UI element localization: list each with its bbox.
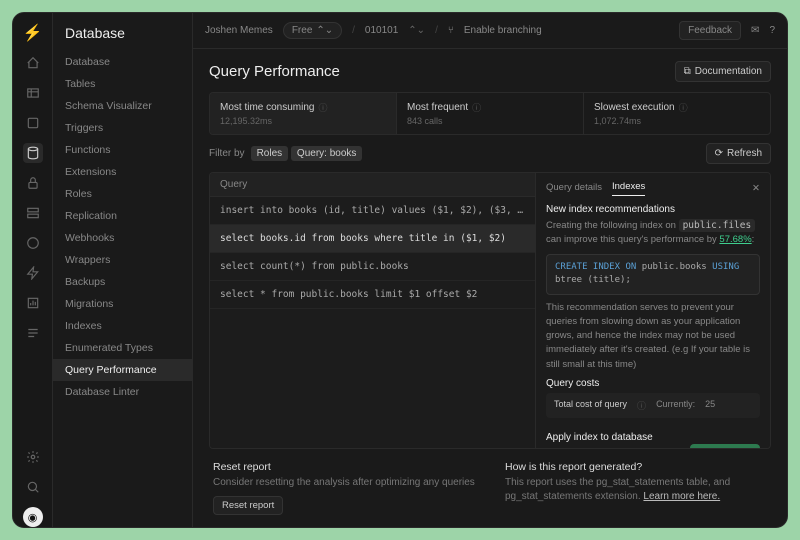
logo-icon[interactable]: ⚡ xyxy=(23,23,43,43)
sidebar-item[interactable]: Enumerated Types xyxy=(53,337,192,359)
refresh-button[interactable]: ⟳Refresh xyxy=(706,143,771,164)
metric-tab[interactable]: Most frequent ⓘ843 calls xyxy=(397,93,584,134)
sidebar-item[interactable]: Indexes xyxy=(53,315,192,337)
sidebar-item[interactable]: Tables xyxy=(53,73,192,95)
sql-icon[interactable] xyxy=(23,113,43,133)
reports-icon[interactable] xyxy=(23,293,43,313)
metric-tab[interactable]: Most time consuming ⓘ12,195.32ms xyxy=(210,93,397,134)
costs-title: Query costs xyxy=(546,378,760,389)
help-icon[interactable]: ? xyxy=(769,25,775,36)
cost-box: Total cost of query ⓘ Currently: 25 xyxy=(546,393,760,418)
filter-tag[interactable]: Query: books xyxy=(291,146,362,161)
chevron-icon: ⌃⌄ xyxy=(316,25,333,36)
sidebar: Database DatabaseTablesSchema Visualizer… xyxy=(53,13,193,527)
info-icon: ⓘ xyxy=(318,101,327,114)
tab-query-details[interactable]: Query details xyxy=(546,182,602,196)
reset-title: Reset report xyxy=(213,461,475,473)
user-icon[interactable]: ◉ xyxy=(23,507,43,527)
feedback-button[interactable]: Feedback xyxy=(679,21,741,40)
sidebar-item[interactable]: Wrappers xyxy=(53,249,192,271)
metric-tab[interactable]: Slowest execution ⓘ1,072.74ms xyxy=(584,93,770,134)
sidebar-item[interactable]: Query Performance xyxy=(53,359,192,381)
sidebar-item[interactable]: Schema Visualizer xyxy=(53,95,192,117)
sidebar-item[interactable]: Database Linter xyxy=(53,381,192,403)
reset-report-button[interactable]: Reset report xyxy=(213,496,283,515)
footer: Reset report Consider resetting the anal… xyxy=(209,449,771,515)
branch-icon: ⑂ xyxy=(448,25,454,36)
sidebar-item[interactable]: Backups xyxy=(53,271,192,293)
query-row[interactable]: insert into books (id, title) values ($1… xyxy=(210,197,535,225)
user-name[interactable]: Joshen Memes xyxy=(205,25,273,36)
sidebar-item[interactable]: Extensions xyxy=(53,161,192,183)
how-desc: This report uses the pg_stat_statements … xyxy=(505,476,767,504)
filter-bar: Filter by Roles Query: books ⟳Refresh xyxy=(209,135,771,172)
sidebar-item[interactable]: Migrations xyxy=(53,293,192,315)
storage-icon[interactable] xyxy=(23,203,43,223)
logs-icon[interactable] xyxy=(23,323,43,343)
settings-icon[interactable] xyxy=(23,447,43,467)
reset-desc: Consider resetting the analysis after op… xyxy=(213,476,475,490)
query-list: Query insert into books (id, title) valu… xyxy=(210,173,535,448)
documentation-button[interactable]: ⧉Documentation xyxy=(675,61,771,82)
rec-note: This recommendation serves to prevent yo… xyxy=(546,301,760,372)
sidebar-item[interactable]: Webhooks xyxy=(53,227,192,249)
table-icon[interactable] xyxy=(23,83,43,103)
sidebar-item[interactable]: Functions xyxy=(53,139,192,161)
icon-sidebar: ⚡ ◉ xyxy=(13,13,53,527)
topbar: Joshen Memes Free ⌃⌄ / 010101 ⌃⌄ / ⑂ Ena… xyxy=(193,13,787,49)
sidebar-item[interactable]: Replication xyxy=(53,205,192,227)
search-icon[interactable] xyxy=(23,477,43,497)
filter-label: Filter by xyxy=(209,148,245,159)
detail-panel: Query details Indexes ✕ New index recomm… xyxy=(535,173,770,448)
page-title: Query Performance xyxy=(209,63,675,80)
close-icon[interactable]: ✕ xyxy=(752,183,760,194)
rec-title: New index recommendations xyxy=(546,204,760,215)
learn-more-link[interactable]: Learn more here. xyxy=(643,491,720,502)
info-icon: ⓘ xyxy=(472,101,481,114)
query-row[interactable]: select * from public.books limit $1 offs… xyxy=(210,281,535,309)
info-icon: ⓘ xyxy=(637,399,646,412)
external-link-icon: ⧉ xyxy=(684,66,691,77)
create-index-button[interactable]: Create index xyxy=(690,444,760,448)
apply-title: Apply index to database xyxy=(546,432,682,443)
auth-icon[interactable] xyxy=(23,173,43,193)
branching-link[interactable]: Enable branching xyxy=(464,25,542,36)
sidebar-title: Database xyxy=(53,25,192,51)
inbox-icon[interactable]: ✉ xyxy=(751,25,759,36)
home-icon[interactable] xyxy=(23,53,43,73)
refresh-icon: ⟳ xyxy=(715,148,723,159)
query-row[interactable]: select count(*) from public.books xyxy=(210,253,535,281)
index-code: CREATE INDEX ON public.books USINGbtree … xyxy=(546,254,760,295)
sidebar-item[interactable]: Database xyxy=(53,51,192,73)
tab-indexes[interactable]: Indexes xyxy=(612,181,645,196)
rec-text: Creating the following index on public.f… xyxy=(546,219,760,248)
query-row[interactable]: select books.id from books where title i… xyxy=(210,225,535,253)
info-icon: ⓘ xyxy=(679,101,688,114)
edge-icon[interactable] xyxy=(23,233,43,253)
realtime-icon[interactable] xyxy=(23,263,43,283)
chevron-icon: ⌃⌄ xyxy=(408,25,425,36)
query-header: Query xyxy=(210,173,535,197)
main: Joshen Memes Free ⌃⌄ / 010101 ⌃⌄ / ⑂ Ena… xyxy=(193,13,787,527)
plan-chip[interactable]: Free ⌃⌄ xyxy=(283,22,342,39)
filter-tag[interactable]: Roles xyxy=(251,146,289,161)
how-title: How is this report generated? xyxy=(505,461,767,473)
sidebar-item[interactable]: Triggers xyxy=(53,117,192,139)
project-id[interactable]: 010101 xyxy=(365,25,398,36)
metric-tabs: Most time consuming ⓘ12,195.32msMost fre… xyxy=(209,92,771,135)
database-icon[interactable] xyxy=(23,143,43,163)
sidebar-item[interactable]: Roles xyxy=(53,183,192,205)
apply-sub: This will run the SQL that is shown abov… xyxy=(546,447,682,448)
